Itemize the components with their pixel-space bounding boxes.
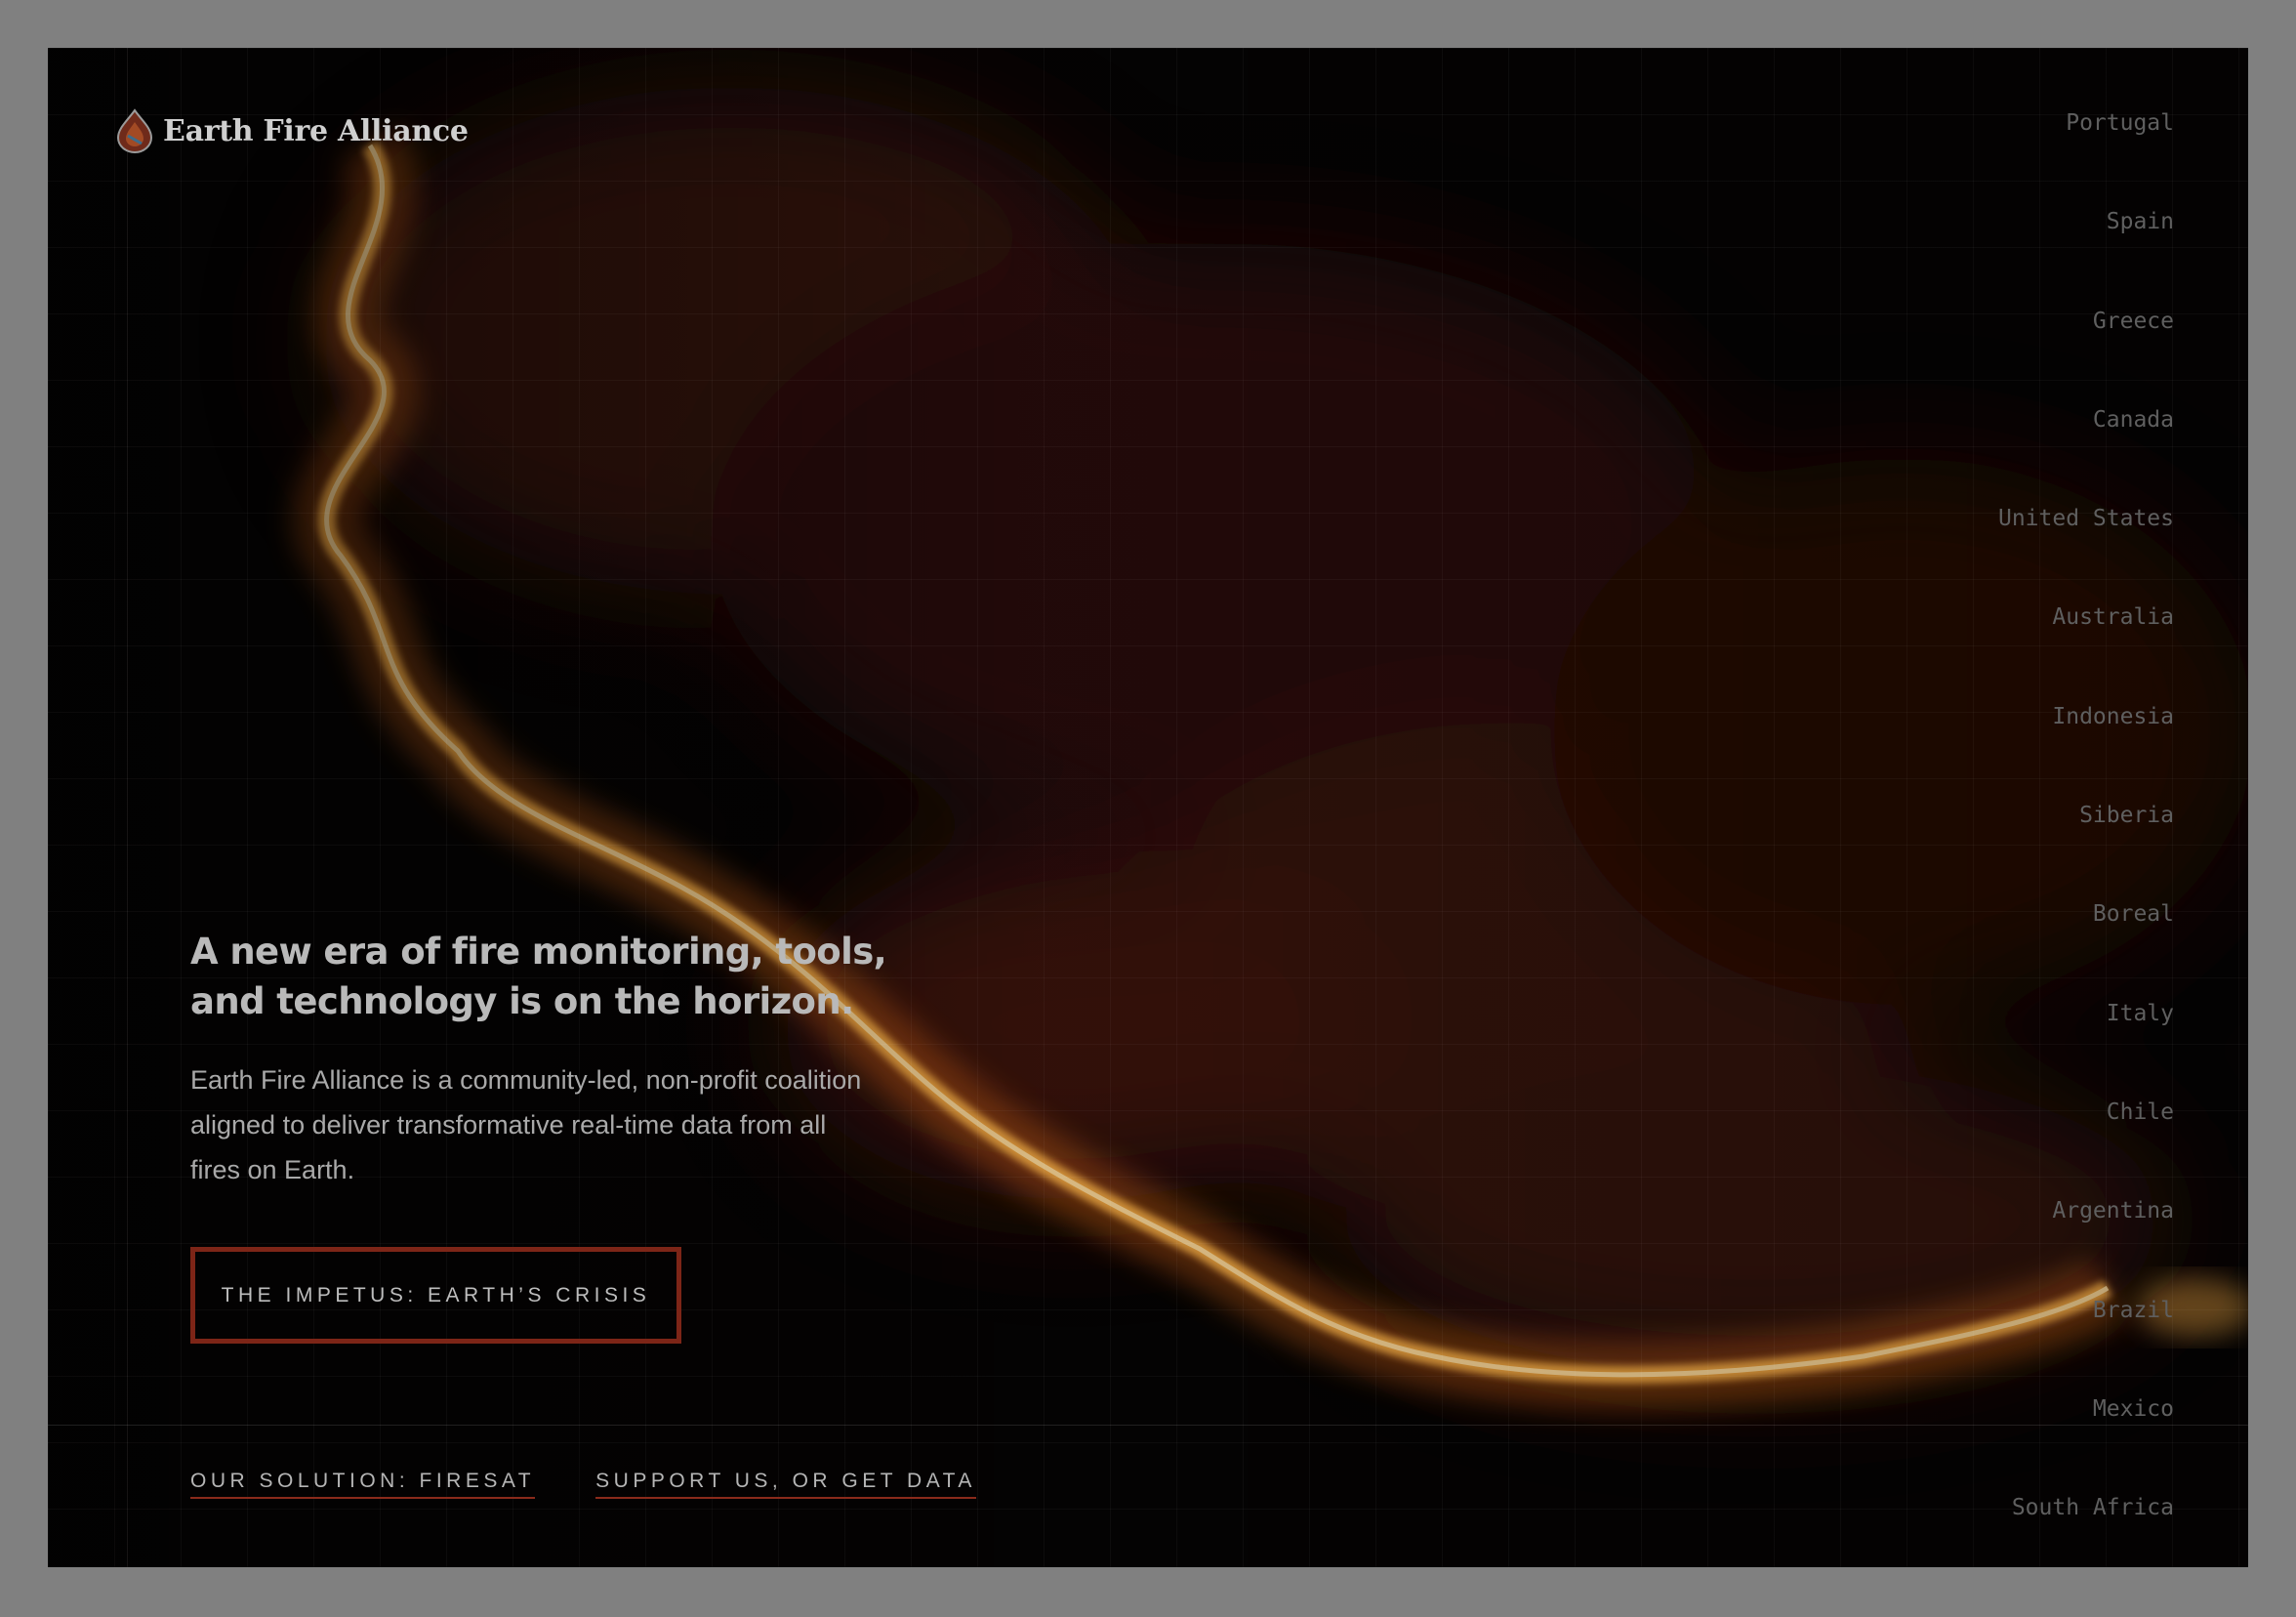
horizontal-divider [48,1425,2248,1426]
cta-button-label: THE IMPETUS: EARTH’S CRISIS [221,1283,651,1306]
region-item-south-africa[interactable]: South Africa [1998,1483,2174,1567]
bottom-nav: OUR SOLUTION: FIRESAT SUPPORT US, OR GET… [190,1470,976,1499]
hero-intro-text: Earth Fire Alliance is a community-led, … [190,1065,862,1184]
region-item-spain[interactable]: Spain [1998,197,2174,296]
link-support-us-get-data[interactable]: SUPPORT US, OR GET DATA [595,1470,976,1499]
region-item-greece[interactable]: Greece [1998,297,2174,395]
region-item-portugal[interactable]: Portugal [1998,99,2174,197]
region-item-chile[interactable]: Chile [1998,1088,2174,1186]
region-item-indonesia[interactable]: Indonesia [1998,692,2174,791]
link-our-solution-firesat[interactable]: OUR SOLUTION: FIRESAT [190,1470,536,1499]
impetus-cta-button[interactable]: THE IMPETUS: EARTH’S CRISIS [190,1247,681,1344]
hero-headline: A new era of fire monitoring, tools, and… [190,931,887,1022]
brand-logo-link[interactable]: Earth Fire Alliance [116,108,469,153]
flame-drop-icon [116,108,153,153]
region-item-united-states[interactable]: United States [1998,494,2174,593]
region-item-siberia[interactable]: Siberia [1998,791,2174,890]
region-item-italy[interactable]: Italy [1998,989,2174,1088]
region-item-argentina[interactable]: Argentina [1998,1186,2174,1285]
region-item-australia[interactable]: Australia [1998,593,2174,691]
hero-section: Earth Fire Alliance A new era of fire mo… [48,48,2248,1567]
vertical-divider [127,48,128,1567]
region-item-boreal[interactable]: Boreal [1998,890,2174,988]
region-item-brazil[interactable]: Brazil [1998,1286,2174,1385]
region-list: Portugal Spain Greece Canada United Stat… [1998,99,2174,1567]
region-item-mexico[interactable]: Mexico [1998,1385,2174,1483]
region-item-canada[interactable]: Canada [1998,395,2174,494]
brand-name: Earth Fire Alliance [163,113,469,148]
